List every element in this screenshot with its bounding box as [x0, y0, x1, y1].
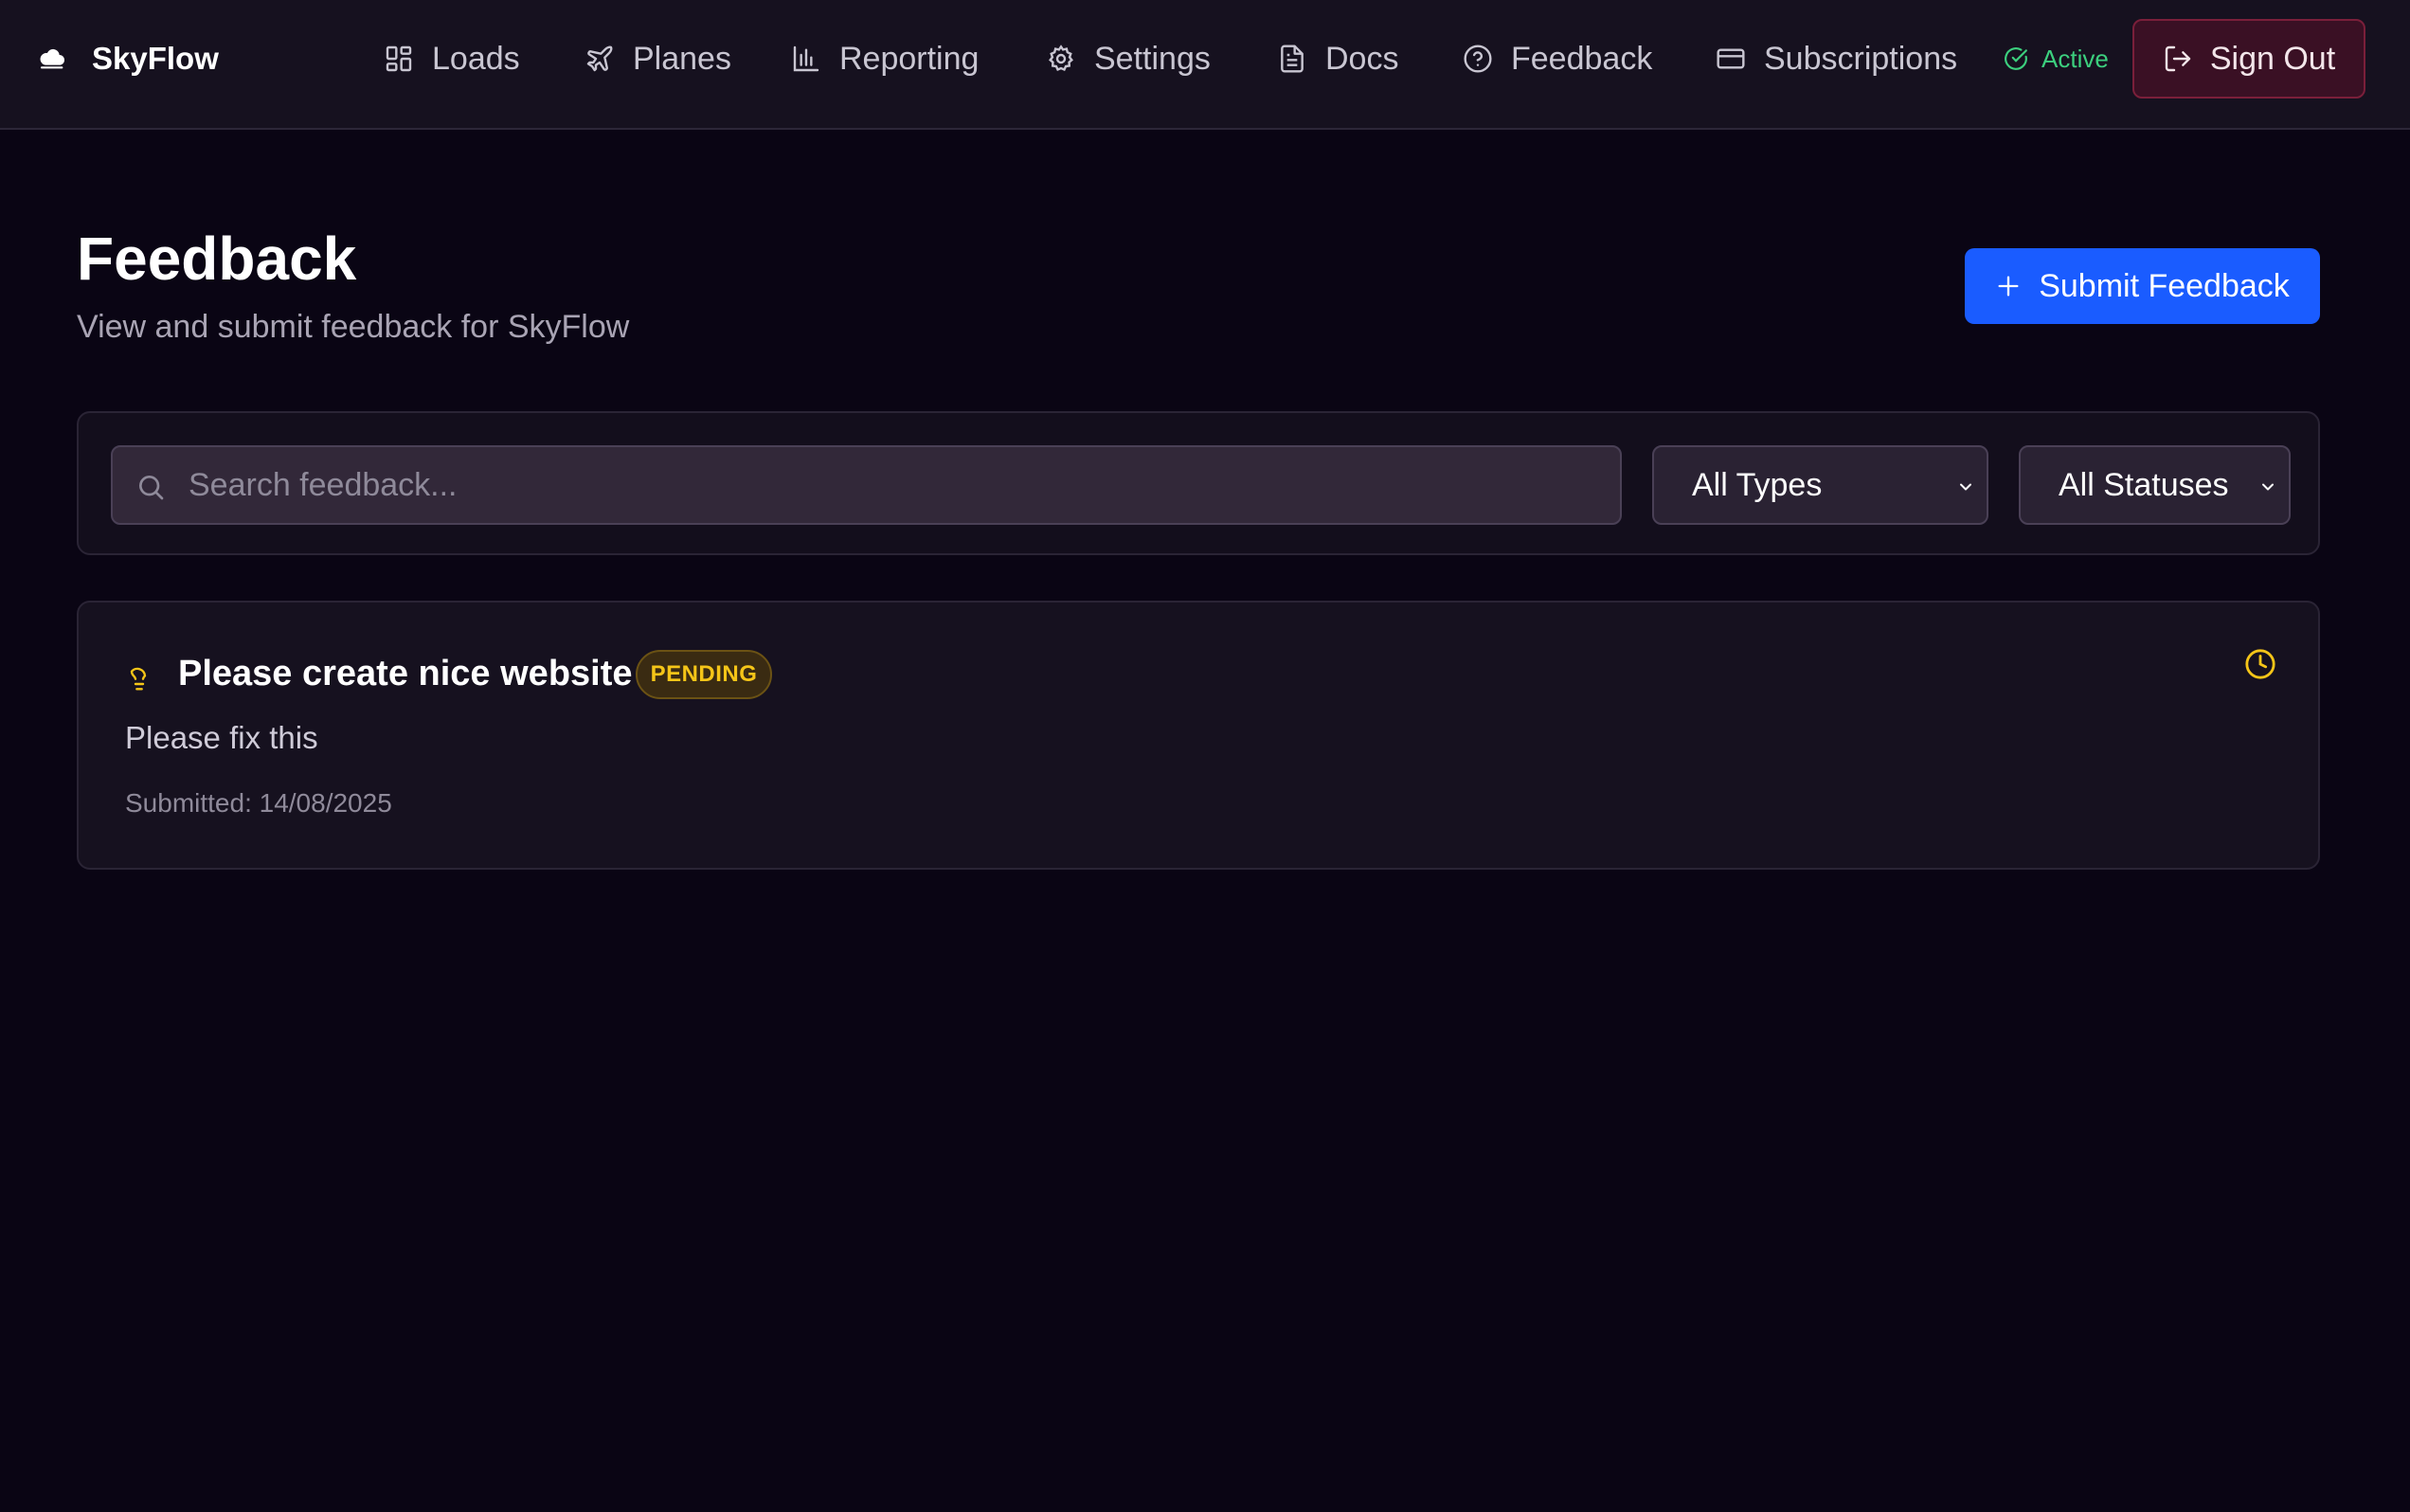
- cloud-logo-icon: [38, 44, 68, 74]
- sign-out-button[interactable]: Sign Out: [2132, 19, 2365, 99]
- nav-label: Docs: [1325, 40, 1399, 77]
- nav-label: Reporting: [839, 40, 980, 77]
- nav-item-feedback[interactable]: Feedback: [1463, 34, 1652, 83]
- check-circle-icon: [2005, 47, 2027, 70]
- filter-panel: All Types All Statuses: [77, 411, 2320, 555]
- document-icon: [1281, 45, 1304, 73]
- feedback-description: Please fix this: [125, 720, 318, 755]
- credit-card-icon: [1717, 48, 1745, 69]
- lightbulb-icon: [130, 667, 147, 691]
- sign-out-label: Sign Out: [2209, 40, 2336, 77]
- chevron-down-icon: [2262, 483, 2274, 491]
- nav-label: Settings: [1094, 40, 1211, 77]
- nav-item-planes[interactable]: Planes: [585, 34, 731, 83]
- log-out-icon: [2165, 45, 2191, 72]
- nav-label: Loads: [432, 40, 520, 77]
- status-filter-select[interactable]: All Statuses: [2019, 445, 2291, 525]
- status-badge: PENDING: [636, 650, 772, 699]
- nav-label: Feedback: [1511, 40, 1653, 77]
- submit-feedback-button[interactable]: Submit Feedback: [1965, 248, 2320, 324]
- nav-item-settings[interactable]: Settings: [1046, 34, 1211, 83]
- top-nav-bar: SkyFlow Loads Planes Reporting Settings …: [0, 0, 2410, 130]
- search-input[interactable]: [189, 447, 1600, 523]
- brand-name: SkyFlow: [92, 41, 219, 76]
- type-filter-value: All Types: [1692, 466, 1823, 503]
- gear-icon: [1049, 45, 1073, 72]
- feedback-card[interactable]: Please create nice website PENDING Pleas…: [77, 601, 2320, 870]
- nav-item-reporting[interactable]: Reporting: [791, 34, 979, 83]
- search-box: [111, 445, 1622, 525]
- nav-item-subscriptions[interactable]: Subscriptions: [1716, 34, 1957, 83]
- status-filter-value: All Statuses: [2059, 466, 2229, 503]
- search-icon: [139, 475, 164, 500]
- chevron-down-icon: [1960, 483, 1971, 491]
- page-title: Feedback: [77, 225, 357, 293]
- submit-feedback-label: Submit Feedback: [2039, 267, 2290, 304]
- feedback-title: Please create nice website: [178, 654, 633, 693]
- plus-icon: [1998, 276, 2019, 297]
- type-filter-select[interactable]: All Types: [1652, 445, 1988, 525]
- nav-label: Subscriptions: [1764, 40, 1958, 77]
- page-subtitle: View and submit feedback for SkyFlow: [77, 309, 630, 345]
- bar-chart-icon: [793, 45, 819, 72]
- subscription-status: Active: [2004, 38, 2109, 80]
- nav-item-loads[interactable]: Loads: [384, 34, 520, 83]
- grid-icon: [386, 45, 412, 72]
- clock-icon: [2245, 649, 2275, 679]
- plane-icon: [586, 45, 613, 72]
- nav-item-docs[interactable]: Docs: [1277, 34, 1398, 83]
- brand[interactable]: SkyFlow: [38, 36, 219, 81]
- nav-label: Planes: [633, 40, 731, 77]
- status-label: Active: [2041, 44, 2109, 73]
- feedback-submitted-date: Submitted: 14/08/2025: [125, 788, 392, 818]
- help-circle-icon: [1464, 45, 1492, 73]
